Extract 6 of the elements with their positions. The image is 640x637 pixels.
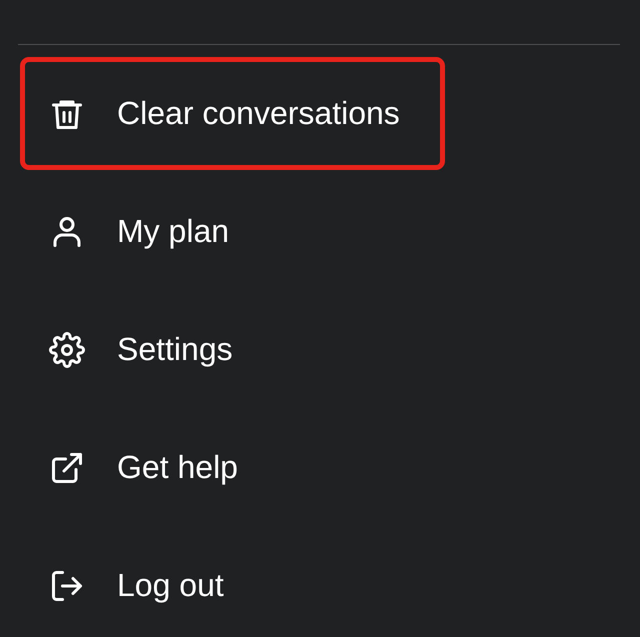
menu-item[interactable]: Settings xyxy=(20,293,278,406)
menu-item[interactable]: Clear conversations xyxy=(20,57,445,170)
settings-icon xyxy=(49,332,85,368)
menu-item[interactable]: My plan xyxy=(20,175,274,288)
menu-item[interactable]: Get help xyxy=(20,411,283,524)
menu-item[interactable]: Log out xyxy=(20,529,269,637)
